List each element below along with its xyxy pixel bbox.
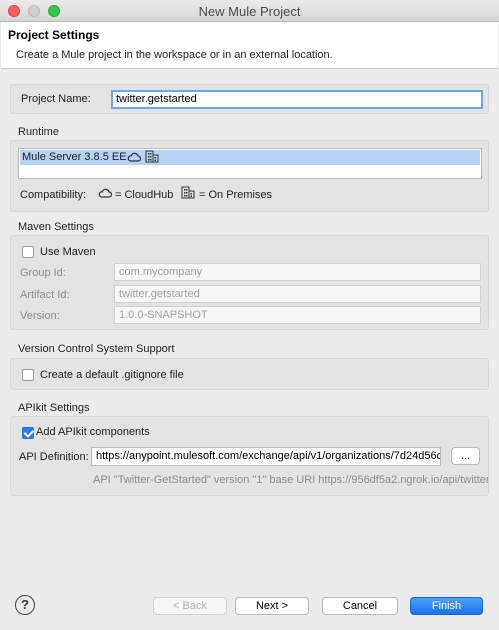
gitignore-checkbox[interactable] <box>22 369 34 381</box>
cloudhub-legend: = CloudHub <box>115 189 174 201</box>
wizard-header: Project Settings Create a Mule project i… <box>1 22 498 69</box>
runtime-section-label: Runtime <box>18 126 59 138</box>
next-button[interactable]: Next > <box>235 597 309 615</box>
use-maven-checkbox[interactable] <box>22 246 34 258</box>
group-id-label: Group Id: <box>20 267 66 279</box>
maven-panel: Use Maven Group Id: com.mycompany Artifa… <box>10 235 489 330</box>
api-definition-input[interactable]: https://anypoint.mulesoft.com/exchange/a… <box>91 447 441 466</box>
add-apikit-label: Add APIkit components <box>36 426 150 438</box>
window-titlebar: New Mule Project <box>0 0 499 22</box>
onprem-legend: = On Premises <box>199 189 273 201</box>
help-button[interactable]: ? <box>15 595 35 615</box>
gitignore-label: Create a default .gitignore file <box>40 369 184 381</box>
vcs-panel: Create a default .gitignore file <box>10 358 489 390</box>
group-id-input[interactable]: com.mycompany <box>114 263 481 281</box>
project-name-input[interactable]: twitter.getstarted <box>111 90 483 109</box>
project-name-label: Project Name: <box>21 93 91 105</box>
back-button[interactable]: < Back <box>153 597 227 615</box>
page-title: Project Settings <box>8 28 100 42</box>
maven-section-label: Maven Settings <box>18 221 94 233</box>
api-definition-label: API Definition: <box>19 451 89 463</box>
cancel-button[interactable]: Cancel <box>322 597 398 615</box>
finish-button[interactable]: Finish <box>410 597 483 615</box>
add-apikit-checkbox[interactable] <box>22 427 34 439</box>
cloud-icon <box>127 152 141 162</box>
runtime-panel: Mule Server 3.8.5 EE Compatibility: = Cl… <box>10 140 489 212</box>
building-icon <box>181 186 195 199</box>
apikit-section-label: APIkit Settings <box>18 402 90 414</box>
api-info-text: API "Twitter-GetStarted" version "1" bas… <box>93 474 488 486</box>
browse-api-button[interactable]: ... <box>451 447 480 465</box>
runtime-list[interactable]: Mule Server 3.8.5 EE <box>18 148 482 179</box>
apikit-panel: Add APIkit components API Definition: ht… <box>10 416 489 496</box>
artifact-id-label: Artifact Id: <box>20 289 70 301</box>
version-input[interactable]: 1.0.0-SNAPSHOT <box>114 306 481 324</box>
project-name-panel: Project Name: twitter.getstarted <box>10 84 489 114</box>
use-maven-label: Use Maven <box>40 246 96 258</box>
cloud-icon <box>98 188 112 198</box>
page-description: Create a Mule project in the workspace o… <box>16 49 333 61</box>
version-label: Version: <box>20 310 60 322</box>
building-icon <box>145 150 159 163</box>
runtime-item-label: Mule Server 3.8.5 EE <box>22 151 127 163</box>
artifact-id-input[interactable]: twitter.getstarted <box>114 285 481 303</box>
vcs-section-label: Version Control System Support <box>18 343 175 355</box>
compatibility-label: Compatibility: <box>20 189 87 201</box>
window-title: New Mule Project <box>198 4 301 19</box>
